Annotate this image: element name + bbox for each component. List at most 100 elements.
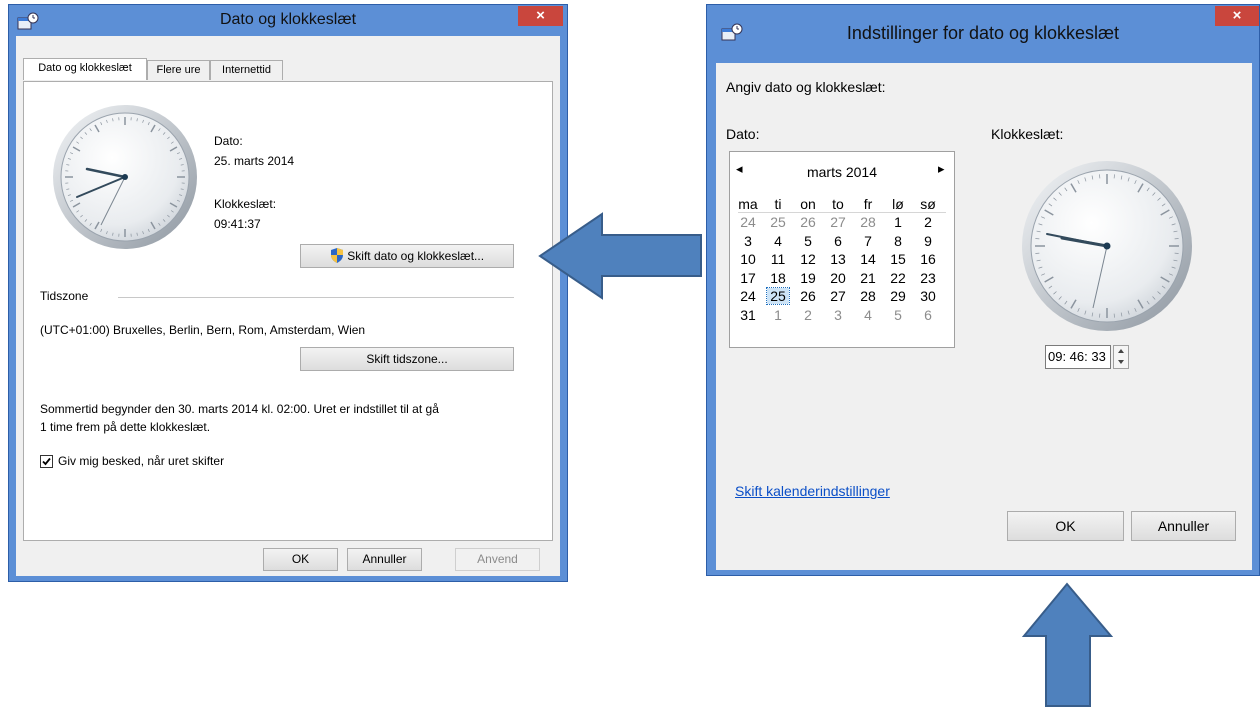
cancel-button[interactable]: Annuller (1131, 511, 1236, 541)
calendar-day[interactable]: 6 (917, 307, 939, 323)
cancel-label: Annuller (1157, 518, 1210, 534)
checkmark-icon (42, 457, 51, 466)
calendar-day[interactable]: 13 (827, 251, 849, 267)
tab-panel: Dato: 25. marts 2014 Klokkeslæt: 09:41:3… (23, 81, 553, 541)
calendar-day[interactable]: 16 (917, 251, 939, 267)
change-date-time-label: Skift dato og klokkeslæt... (347, 249, 485, 263)
timezone-value: (UTC+01:00) Bruxelles, Berlin, Bern, Rom… (40, 323, 366, 337)
change-timezone-button[interactable]: Skift tidszone... (300, 347, 514, 371)
calendar-day[interactable]: 31 (737, 307, 759, 323)
tab-strip: Dato og klokkeslæt Flere ure Internettid (23, 58, 553, 82)
analog-clock (1022, 161, 1192, 331)
calendar-day[interactable]: 25 (767, 214, 789, 230)
close-icon: × (536, 7, 545, 24)
calendar-day[interactable]: 17 (737, 270, 759, 286)
calendar-day[interactable]: 26 (797, 288, 819, 304)
time-label: Klokkeslæt: (214, 197, 277, 211)
calendar-day[interactable]: 21 (857, 270, 879, 286)
close-button[interactable]: × (518, 6, 563, 26)
weekday-header: sø (920, 196, 936, 212)
calendar-day[interactable]: 3 (827, 307, 849, 323)
calendar-day[interactable]: 24 (737, 214, 759, 230)
calendar-day[interactable]: 4 (857, 307, 879, 323)
calendar-day[interactable]: 14 (857, 251, 879, 267)
analog-clock (53, 105, 197, 249)
calendar-day[interactable]: 11 (767, 251, 789, 267)
calendar-day[interactable]: 28 (857, 214, 879, 230)
spin-down-icon[interactable] (1114, 357, 1128, 368)
calendar-day[interactable]: 30 (917, 288, 939, 304)
calendar-day[interactable]: 7 (857, 233, 879, 249)
ok-button[interactable]: OK (263, 548, 338, 571)
calendar-day[interactable]: 28 (857, 288, 879, 304)
date-time-settings-dialog: Indstillinger for dato og klokkeslæt × A… (706, 4, 1260, 576)
uac-shield-icon (330, 248, 343, 263)
time-input-value: 09: 46: 33 (1048, 349, 1106, 364)
calendar-day[interactable]: 8 (887, 233, 909, 249)
calendar-day[interactable]: 25 (766, 287, 790, 305)
calendar-day[interactable]: 5 (887, 307, 909, 323)
ok-button[interactable]: OK (1007, 511, 1124, 541)
weekday-divider (738, 212, 946, 213)
time-input[interactable]: 09: 46: 33 (1045, 345, 1111, 369)
calendar-day[interactable]: 24 (737, 288, 759, 304)
calendar-day[interactable]: 3 (737, 233, 759, 249)
notify-checkbox-label[interactable]: Giv mig besked, når uret skifter (58, 454, 224, 468)
calendar-day[interactable]: 20 (827, 270, 849, 286)
ok-label: OK (291, 552, 310, 566)
dialog-title: Indstillinger for dato og klokkeslæt (846, 23, 1120, 43)
date-value: 25. marts 2014 (214, 154, 295, 168)
calendar-day[interactable]: 15 (887, 251, 909, 267)
calendar-day[interactable]: 6 (827, 233, 849, 249)
ok-label: OK (1055, 518, 1076, 534)
calendar-day[interactable]: 27 (827, 214, 849, 230)
dialog-title: Dato og klokkeslæt (219, 11, 357, 28)
calendar-settings-link[interactable]: Skift kalenderindstillinger (735, 483, 890, 499)
cancel-button[interactable]: Annuller (347, 548, 422, 571)
up-pointing-arrow (1021, 582, 1114, 707)
change-timezone-label: Skift tidszone... (366, 352, 448, 366)
calendar-day[interactable]: 12 (797, 251, 819, 267)
cancel-label: Annuller (362, 552, 407, 566)
time-value: 09:41:37 (214, 217, 261, 231)
calendar-day[interactable]: 23 (917, 270, 939, 286)
calendar-day[interactable]: 2 (917, 214, 939, 230)
calendar-day[interactable]: 27 (827, 288, 849, 304)
weekday-header: ti (774, 196, 782, 212)
calendar-day[interactable]: 19 (797, 270, 819, 286)
title-bar[interactable]: Indstillinger for dato og klokkeslæt × (707, 5, 1259, 43)
calendar-grid: ma ti on to fr lø sø 24 25 26 27 28 1 2 3 4 5 6 7 8 9 10 11 12 1… (730, 152, 954, 347)
change-date-time-button[interactable]: Skift dato og klokkeslæt... (300, 244, 514, 268)
tab-date-time[interactable]: Dato og klokkeslæt (23, 58, 147, 80)
title-bar[interactable]: Dato og klokkeslæt × (9, 5, 567, 36)
calendar-day[interactable]: 26 (797, 214, 819, 230)
calendar-day[interactable]: 4 (767, 233, 789, 249)
month-calendar: ◂ marts 2014 ▸ ma ti on to fr lø sø 24 25 26 27 28 1… (729, 151, 955, 348)
tab-additional-clocks[interactable]: Flere ure (147, 60, 210, 80)
calendar-day[interactable]: 1 (767, 307, 789, 323)
weekday-header: on (800, 196, 816, 212)
dialog-body: Angiv dato og klokkeslæt: Dato: Klokkesl… (716, 63, 1252, 570)
apply-label: Anvend (477, 552, 518, 566)
timezone-divider (118, 297, 514, 298)
weekday-header: to (832, 196, 844, 212)
time-spinner[interactable] (1113, 345, 1129, 369)
calendar-day[interactable]: 2 (797, 307, 819, 323)
timezone-header: Tidszone (40, 289, 89, 303)
calendar-day[interactable]: 18 (767, 270, 789, 286)
calendar-day[interactable]: 29 (887, 288, 909, 304)
date-time-dialog: Dato og klokkeslæt × Dato og klokkeslæt … (8, 4, 568, 582)
close-button[interactable]: × (1215, 6, 1259, 26)
notify-checkbox[interactable] (40, 455, 53, 468)
tab-internet-time[interactable]: Internettid (210, 60, 283, 80)
dst-info-line2: 1 time frem på dette klokkeslæt. (40, 420, 211, 434)
calendar-day[interactable]: 22 (887, 270, 909, 286)
calendar-day[interactable]: 10 (737, 251, 759, 267)
date-label: Dato: (214, 134, 243, 148)
apply-button[interactable]: Anvend (455, 548, 540, 571)
calendar-day[interactable]: 5 (797, 233, 819, 249)
calendar-day[interactable]: 9 (917, 233, 939, 249)
spin-up-icon[interactable] (1114, 346, 1128, 357)
calendar-day[interactable]: 1 (887, 214, 909, 230)
dialog-body: Dato og klokkeslæt Flere ure Internettid (16, 36, 560, 576)
